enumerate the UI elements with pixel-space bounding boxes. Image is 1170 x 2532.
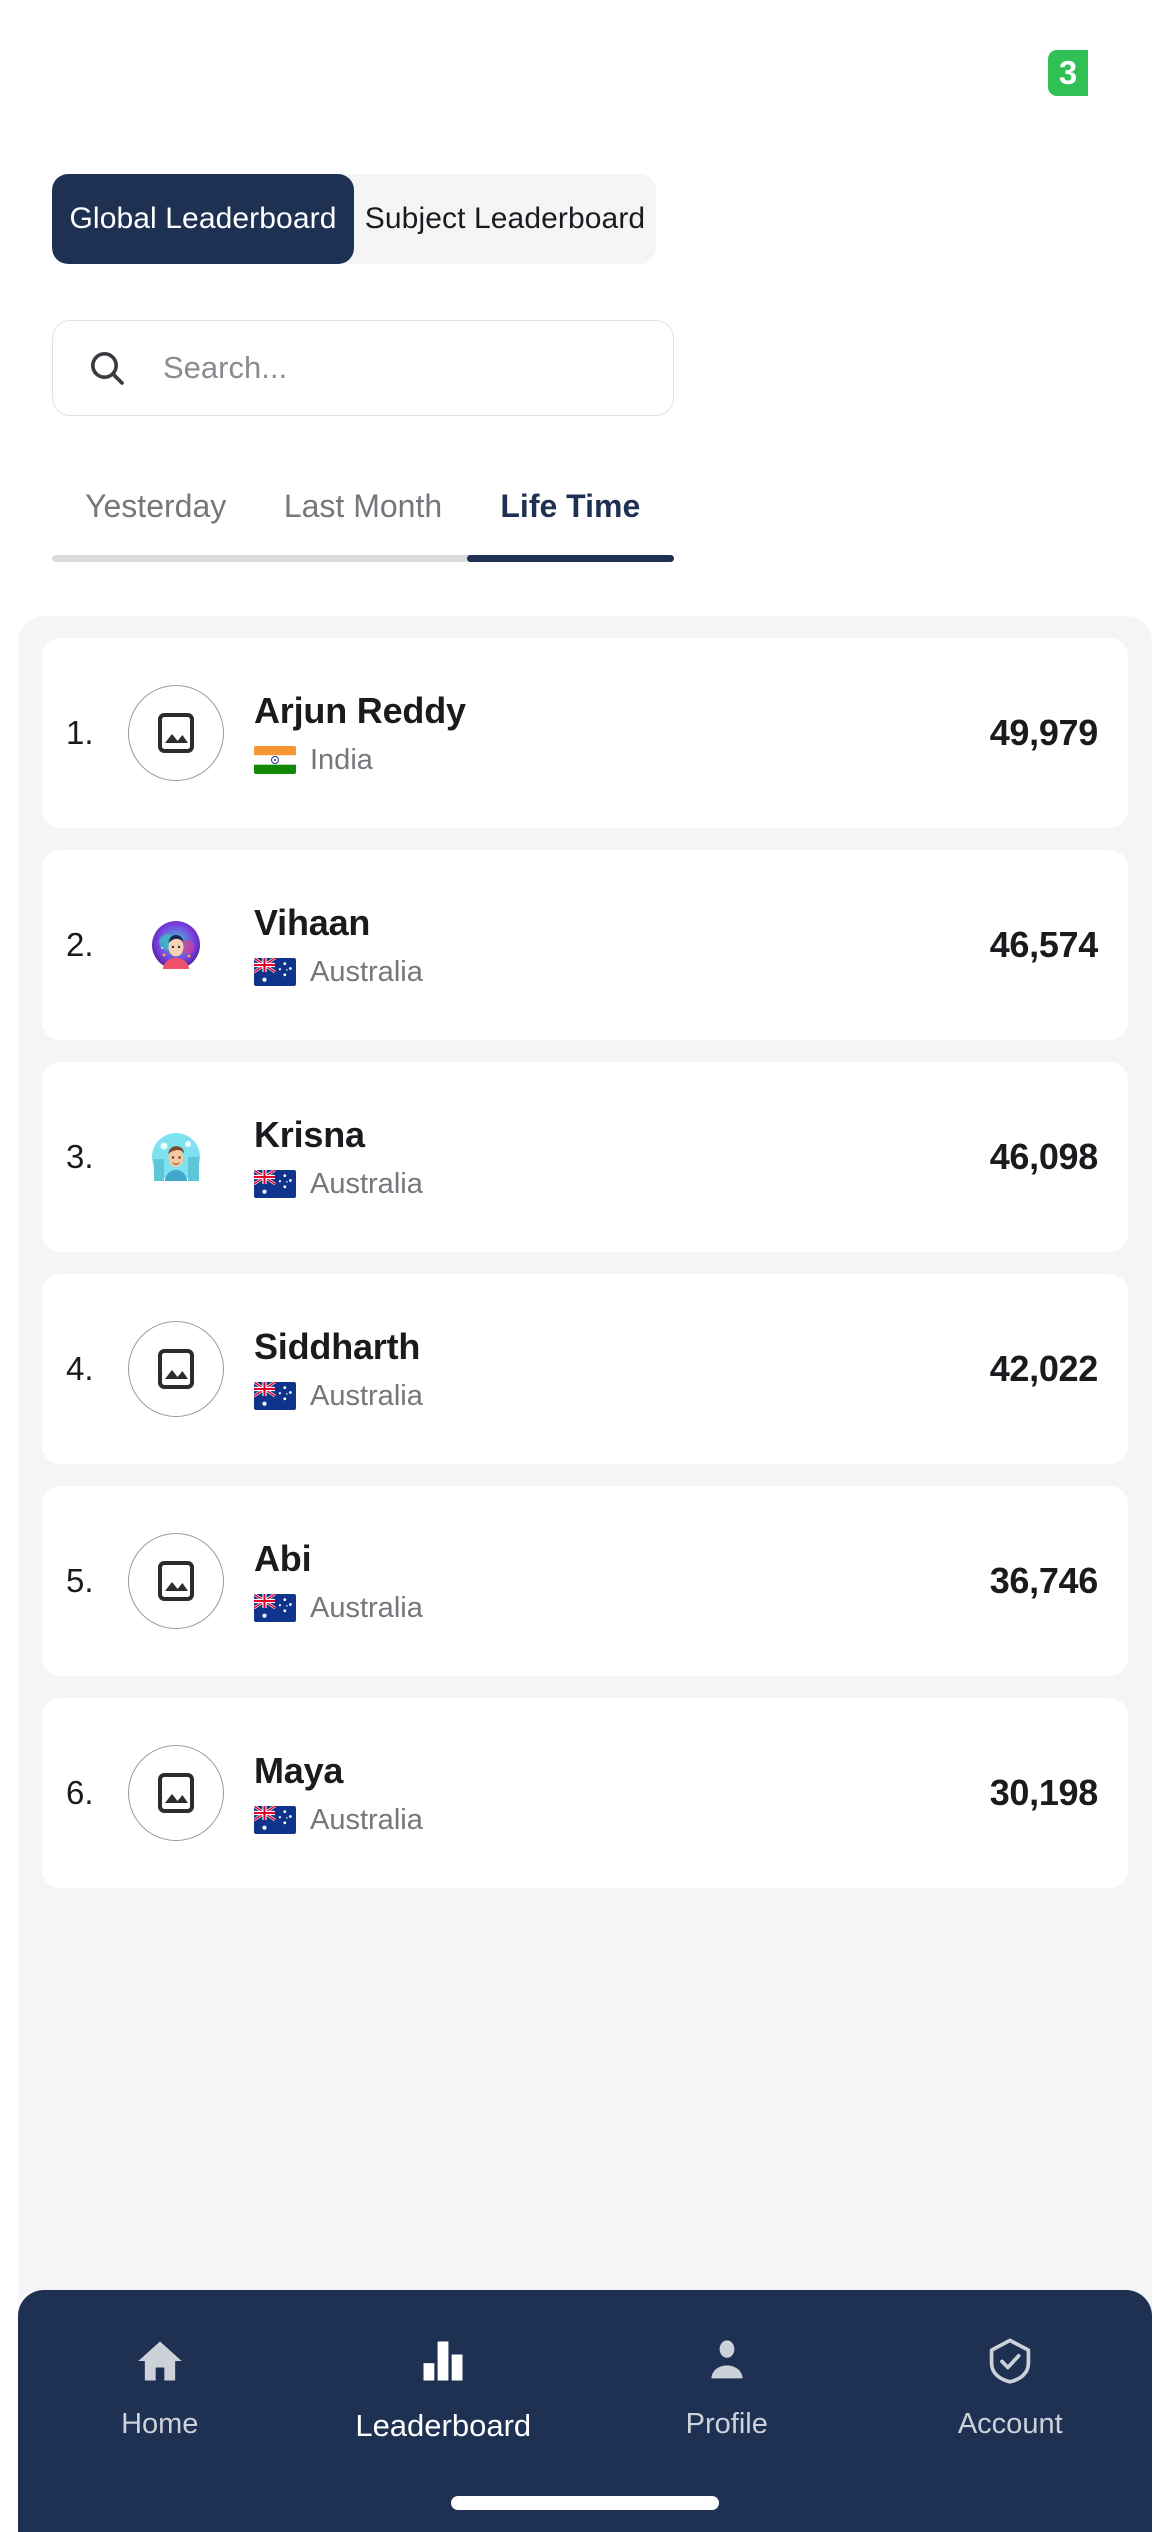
flag-icon — [254, 1594, 296, 1622]
search-section — [0, 264, 1170, 416]
period-tabs: Yesterday Last Month Life Time — [52, 488, 674, 555]
home-indicator[interactable] — [451, 2496, 719, 2510]
user-name: Abi — [254, 1537, 312, 1579]
leaderboard-scope-selector: Global Leaderboard Subject Leaderboard — [0, 118, 1170, 264]
status-bar: 3 — [0, 0, 1170, 118]
rank-number: 5. — [66, 1562, 94, 1599]
user-country: Australia — [254, 1592, 990, 1625]
rank-number: 1. — [66, 714, 94, 751]
user-score: 46,098 — [989, 1136, 1099, 1177]
search-input[interactable] — [163, 350, 639, 386]
country-label: Australia — [310, 1803, 423, 1836]
user-score: 36,746 — [989, 1560, 1099, 1601]
flag-icon — [254, 1806, 296, 1834]
segmented-control: Global Leaderboard Subject Leaderboard — [52, 174, 656, 264]
user-info: Arjun Reddy India — [254, 690, 990, 777]
user-info: Siddharth Australia — [254, 1326, 990, 1413]
tab-life-time[interactable]: Life Time — [467, 488, 674, 555]
nav-item-leaderboard[interactable]: Leaderboard — [302, 2330, 586, 2444]
user-info: Vihaan Australia — [254, 902, 990, 989]
user-country: Australia — [254, 1380, 990, 1413]
notification-badge[interactable]: 3 — [1048, 50, 1088, 96]
nav-label-leaderboard: Leaderboard — [355, 2408, 532, 2443]
user-score: 46,574 — [989, 924, 1099, 965]
nav-item-profile[interactable]: Profile — [585, 2330, 869, 2441]
avatar-placeholder[interactable] — [128, 1745, 224, 1841]
flag-icon — [254, 1170, 296, 1198]
leaderboard-row[interactable]: 6. Maya Australia 30,198 — [42, 1698, 1128, 1888]
home-icon — [134, 2330, 186, 2392]
country-label: India — [310, 743, 373, 776]
leaderboard-list: 1. Arjun Reddy India 49,979 2. Vihaan Australi… — [18, 616, 1152, 2532]
nav-item-home[interactable]: Home — [18, 2330, 302, 2441]
nav-label-home: Home — [121, 2408, 199, 2440]
rank-number: 4. — [66, 1350, 94, 1387]
leaderboard-row[interactable]: 1. Arjun Reddy India 49,979 — [42, 638, 1128, 828]
shield-check-icon — [984, 2330, 1036, 2392]
country-label: Australia — [310, 1591, 423, 1624]
user-country: India — [254, 744, 990, 777]
person-icon — [701, 2330, 753, 2392]
leaderboard-row[interactable]: 5. Abi Australia 36,746 — [42, 1486, 1128, 1676]
user-country: Australia — [254, 1804, 990, 1837]
flag-icon — [254, 958, 296, 986]
nav-label-account: Account — [957, 2408, 1063, 2440]
user-country: Australia — [254, 1168, 990, 1201]
bottom-navigation: Home Leaderboard Profile Account — [18, 2290, 1152, 2532]
avatar-placeholder[interactable] — [128, 1321, 224, 1417]
leaderboard-row[interactable]: 4. Siddharth Australia 42,022 — [42, 1274, 1128, 1464]
user-country: Australia — [254, 956, 990, 989]
user-info: Maya Australia — [254, 1750, 990, 1837]
tab-yesterday[interactable]: Yesterday — [52, 488, 259, 555]
user-score: 49,979 — [989, 712, 1099, 753]
user-score: 42,022 — [989, 1348, 1099, 1389]
flag-icon — [254, 1382, 296, 1410]
avatar-placeholder[interactable] — [128, 685, 224, 781]
country-label: Australia — [310, 1379, 423, 1412]
search-box[interactable] — [52, 320, 674, 416]
nav-label-profile: Profile — [685, 2408, 768, 2440]
avatar-placeholder[interactable] — [128, 1533, 224, 1629]
user-score: 30,198 — [989, 1772, 1099, 1813]
tab-last-month[interactable]: Last Month — [259, 488, 466, 555]
tab-active-indicator — [466, 555, 674, 562]
period-tabs-section: Yesterday Last Month Life Time — [0, 416, 1170, 562]
nav-item-account[interactable]: Account — [869, 2330, 1153, 2441]
tab-track — [52, 555, 674, 562]
segment-subject-leaderboard[interactable]: Subject Leaderboard — [354, 174, 656, 264]
avatar[interactable] — [128, 1109, 224, 1205]
user-name: Arjun Reddy — [254, 689, 466, 731]
rank-number: 6. — [66, 1774, 94, 1811]
leaderboard-screen: 3 Global Leaderboard Subject Leaderboard… — [0, 0, 1170, 2532]
rank-number: 2. — [66, 926, 94, 963]
user-info: Abi Australia — [254, 1538, 990, 1625]
user-name: Krisna — [254, 1113, 365, 1155]
segment-global-leaderboard[interactable]: Global Leaderboard — [52, 174, 354, 264]
bar-chart-icon — [417, 2330, 469, 2392]
country-label: Australia — [310, 1167, 423, 1200]
user-name: Siddharth — [254, 1325, 421, 1367]
user-name: Vihaan — [254, 901, 371, 943]
flag-icon — [254, 746, 296, 774]
rank-number: 3. — [66, 1138, 94, 1175]
search-icon — [87, 348, 127, 388]
leaderboard-row[interactable]: 3. Krisna Australia 46,098 — [42, 1062, 1128, 1252]
leaderboard-row[interactable]: 2. Vihaan Australia 46,574 — [42, 850, 1128, 1040]
avatar[interactable] — [128, 897, 224, 993]
user-name: Maya — [254, 1749, 344, 1791]
country-label: Australia — [310, 955, 423, 988]
user-info: Krisna Australia — [254, 1114, 990, 1201]
